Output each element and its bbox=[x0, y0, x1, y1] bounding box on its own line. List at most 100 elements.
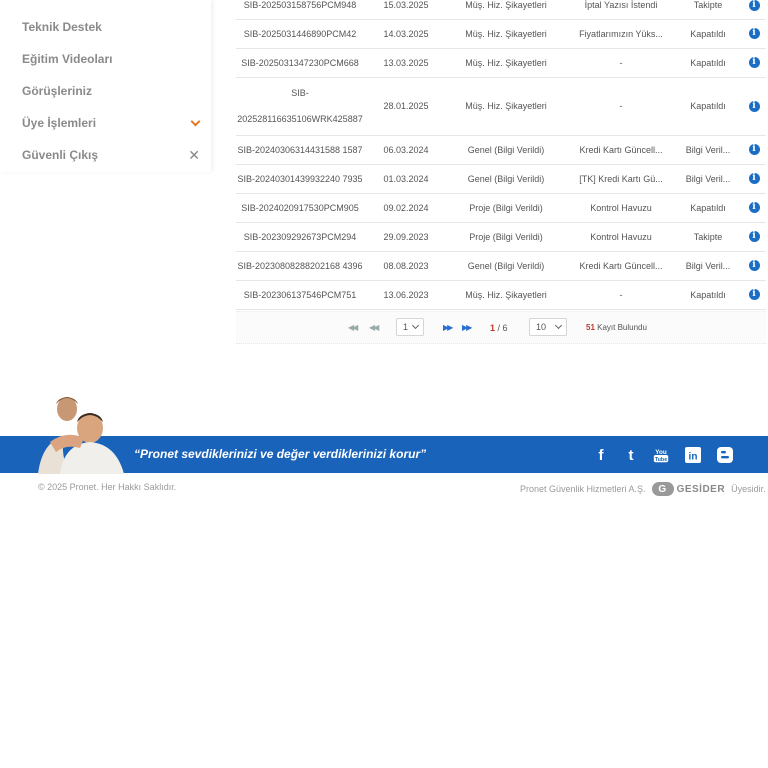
ticket-status: Kapatıldı bbox=[690, 289, 726, 300]
member-prefix: Pronet Güvenlik Hizmetleri A.Ş. bbox=[520, 484, 646, 494]
ticket-subject: - bbox=[619, 289, 623, 300]
ticket-number-line: 202528116635106WRK425887 bbox=[237, 114, 363, 124]
table-row[interactable]: SIB-202309292673PCM294 29.09.2023 Proje … bbox=[236, 222, 766, 252]
table-row[interactable]: SIB-2025031446890PCM42 14.03.2025 Müş. H… bbox=[236, 19, 766, 49]
info-icon[interactable]: i bbox=[748, 173, 760, 184]
ticket-date: 13.06.2023 bbox=[383, 289, 429, 300]
ticket-category: Proje (Bilgi Verildi) bbox=[469, 231, 543, 242]
last-page-icon[interactable]: ▶▶ bbox=[462, 312, 472, 343]
youtube-icon[interactable]: You Tube bbox=[652, 446, 670, 464]
table-row[interactable]: SIB-2024020917530PCM905 09.02.2024 Proje… bbox=[236, 193, 766, 223]
facebook-icon[interactable]: f bbox=[592, 446, 610, 464]
ticket-date: 09.02.2024 bbox=[383, 202, 429, 213]
ticket-category: Genel (Bilgi Verildi) bbox=[467, 144, 545, 155]
info-icon[interactable]: i bbox=[748, 100, 760, 112]
ticket-number: SIB-2024020917530PCM905 bbox=[241, 202, 359, 213]
ticket-subject: - bbox=[619, 57, 623, 68]
sidebar-item-label: Görüşleriniz bbox=[22, 84, 93, 98]
ticket-status: Kapatıldı bbox=[690, 101, 726, 111]
chevron-down-icon bbox=[554, 321, 563, 330]
gesider-logo-icon: G bbox=[651, 482, 674, 496]
ticket-status: Bilgi Veril... bbox=[685, 260, 731, 271]
page-size-select[interactable]: 10 bbox=[529, 318, 567, 336]
sidebar-item-training-videos[interactable]: Eğitim Videoları bbox=[22, 48, 200, 70]
ticket-date: 01.03.2024 bbox=[383, 173, 429, 184]
sidebar-item-secure-logout[interactable]: Güvenli Çıkış ✕ bbox=[22, 144, 200, 166]
svg-text:Tube: Tube bbox=[655, 457, 667, 463]
ticket-date: 13.03.2025 bbox=[383, 57, 429, 68]
close-icon[interactable]: ✕ bbox=[188, 148, 200, 162]
ticket-status: Bilgi Veril... bbox=[685, 144, 731, 155]
ticket-subject: Kontrol Havuzu bbox=[590, 202, 652, 213]
ticket-subject: İptal Yazısı İstendi bbox=[584, 0, 658, 10]
ticket-subject: Kontrol Havuzu bbox=[590, 231, 652, 242]
copyright-text: © 2025 Pronet. Her Hakkı Saklıdır. bbox=[38, 482, 177, 492]
ticket-category: Müş. Hiz. Şikayetleri bbox=[465, 101, 547, 111]
ticket-number-line: SIB- bbox=[291, 88, 309, 98]
table-row[interactable]: SIB-20240306314431588 1587 06.03.2024 Ge… bbox=[236, 135, 766, 165]
twitter-icon[interactable]: t bbox=[622, 446, 640, 464]
ticket-number: SIB-20240306314431588 1587 bbox=[237, 144, 363, 155]
page-select[interactable]: 1 bbox=[396, 318, 424, 336]
chevron-down-icon[interactable] bbox=[190, 118, 200, 128]
info-icon[interactable]: i bbox=[748, 202, 760, 213]
gesider-logo[interactable]: G GESİDER bbox=[651, 482, 726, 496]
ticket-number: SIB-202503158756PCM948 bbox=[243, 0, 357, 10]
info-icon[interactable]: i bbox=[748, 28, 760, 39]
ticket-number: SIB-20240301439932240 7935 bbox=[237, 173, 363, 184]
ticket-number: SIB-2025031446890PCM42 bbox=[243, 28, 357, 39]
footer-slogan: “Pronet sevdiklerinizi ve değer verdikle… bbox=[134, 447, 427, 461]
ticket-number: SIB- 202528116635106WRK425887 bbox=[236, 77, 364, 135]
prev-page-icon[interactable]: ◀◀ bbox=[369, 312, 379, 343]
ticket-number: SIB-202306137546PCM751 bbox=[243, 289, 357, 300]
ticket-date: 28.01.2025 bbox=[383, 101, 429, 111]
info-icon[interactable]: i bbox=[748, 260, 760, 271]
current-page: 1 bbox=[490, 322, 496, 333]
ticket-date: 08.08.2023 bbox=[383, 260, 429, 271]
info-icon[interactable]: i bbox=[748, 231, 760, 242]
family-photo-icon bbox=[38, 397, 124, 474]
blogger-icon[interactable] bbox=[716, 446, 734, 464]
table-row[interactable]: SIB-20240301439932240 7935 01.03.2024 Ge… bbox=[236, 164, 766, 194]
sidebar-item-label: Teknik Destek bbox=[22, 20, 102, 34]
info-icon[interactable]: i bbox=[748, 0, 760, 11]
ticket-category: Genel (Bilgi Verildi) bbox=[467, 173, 545, 184]
first-page-icon[interactable]: ◀◀ bbox=[348, 312, 358, 343]
table-row[interactable]: SIB-202503158756PCM948 15.03.2025 Müş. H… bbox=[236, 0, 766, 20]
ticket-number: SIB-20230808288202168 4396 bbox=[237, 260, 363, 271]
ticket-date: 15.03.2025 bbox=[383, 0, 429, 10]
svg-text:in: in bbox=[689, 452, 698, 463]
ticket-number: SIB-2025031347230PCM668 bbox=[241, 57, 359, 68]
ticket-category: Müş. Hiz. Şikayetleri bbox=[465, 28, 547, 39]
sidebar-item-member-operations[interactable]: Üye İşlemleri bbox=[22, 112, 200, 134]
info-icon[interactable]: i bbox=[748, 144, 760, 155]
ticket-category: Proje (Bilgi Verildi) bbox=[469, 202, 543, 213]
linkedin-icon[interactable]: in bbox=[684, 446, 702, 464]
info-icon[interactable]: i bbox=[748, 57, 760, 68]
ticket-status: Kapatıldı bbox=[690, 202, 726, 213]
pagination-bar: ◀◀ ◀◀ 1 ▶▶ ▶▶ 1 / 6 10 51 Kayıt Bulundu bbox=[236, 311, 766, 344]
ticket-subject: - bbox=[619, 101, 623, 111]
sidebar-item-feedback[interactable]: Görüşleriniz bbox=[22, 80, 200, 102]
ticket-status: Kapatıldı bbox=[690, 57, 726, 68]
page-size-value: 10 bbox=[536, 322, 547, 332]
ticket-category: Müş. Hiz. Şikayetleri bbox=[465, 289, 547, 300]
table-row[interactable]: SIB-20230808288202168 4396 08.08.2023 Ge… bbox=[236, 251, 766, 281]
table-row[interactable]: SIB-2025031347230PCM668 13.03.2025 Müş. … bbox=[236, 48, 766, 78]
sidebar-item-label: Güvenli Çıkış bbox=[22, 148, 99, 162]
sidebar-item-technical-support[interactable]: Teknik Destek bbox=[22, 16, 200, 38]
chevron-down-icon bbox=[411, 321, 420, 330]
ticket-date: 14.03.2025 bbox=[383, 28, 429, 39]
member-suffix: Üyesidir. bbox=[731, 484, 766, 494]
ticket-date: 06.03.2024 bbox=[383, 144, 429, 155]
ticket-subject: Fiyatlarımızın Yüks... bbox=[579, 28, 663, 39]
next-page-icon[interactable]: ▶▶ bbox=[443, 312, 453, 343]
ticket-status: Kapatıldı bbox=[690, 28, 726, 39]
membership-note: Pronet Güvenlik Hizmetleri A.Ş. G GESİDE… bbox=[520, 482, 766, 496]
table-row[interactable]: SIB-202306137546PCM751 13.06.2023 Müş. H… bbox=[236, 280, 766, 310]
ticket-subject: [TK] Kredi Kartı Gü... bbox=[579, 173, 663, 184]
ticket-number: SIB-202309292673PCM294 bbox=[243, 231, 357, 242]
table-row[interactable]: SIB- 202528116635106WRK425887 28.01.2025… bbox=[236, 77, 766, 136]
info-icon[interactable]: i bbox=[748, 289, 760, 300]
sidebar: Teknik Destek Eğitim Videoları Görüşleri… bbox=[0, 0, 211, 172]
